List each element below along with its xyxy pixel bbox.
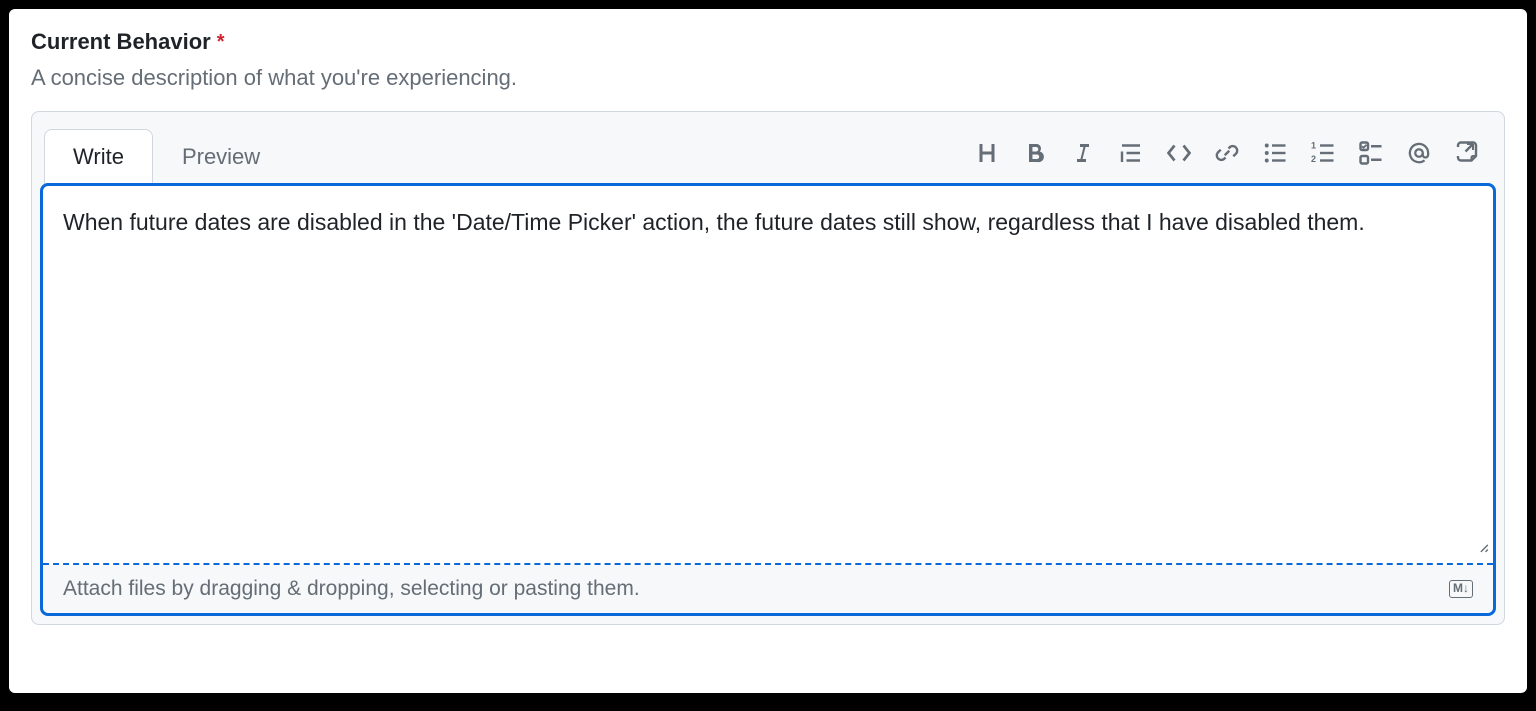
form-field-container: Current Behavior * A concise description…	[9, 9, 1527, 693]
task-list-icon[interactable]	[1356, 138, 1386, 168]
field-label-text: Current Behavior	[31, 29, 211, 55]
formatting-toolbar: 12	[972, 138, 1492, 168]
tab-write[interactable]: Write	[44, 129, 153, 184]
mention-icon[interactable]	[1404, 138, 1434, 168]
cross-reference-icon[interactable]	[1452, 138, 1482, 168]
attach-hint: Attach files by dragging & dropping, sel…	[63, 577, 640, 601]
description-textarea[interactable]	[43, 186, 1493, 558]
code-icon[interactable]	[1164, 138, 1194, 168]
quote-icon[interactable]	[1116, 138, 1146, 168]
markdown-editor: Write Preview	[31, 111, 1505, 625]
svg-text:2: 2	[1311, 154, 1316, 164]
field-label: Current Behavior *	[31, 29, 1505, 55]
bold-icon[interactable]	[1020, 138, 1050, 168]
unordered-list-icon[interactable]	[1260, 138, 1290, 168]
italic-icon[interactable]	[1068, 138, 1098, 168]
required-indicator: *	[217, 31, 225, 54]
editor-body: Attach files by dragging & dropping, sel…	[40, 183, 1496, 616]
resize-handle-icon[interactable]	[1475, 539, 1489, 553]
link-icon[interactable]	[1212, 138, 1242, 168]
ordered-list-icon[interactable]: 12	[1308, 138, 1338, 168]
tab-preview[interactable]: Preview	[153, 129, 289, 184]
heading-icon[interactable]	[972, 138, 1002, 168]
editor-tabs: Write Preview	[44, 128, 289, 183]
svg-text:1: 1	[1311, 141, 1316, 151]
editor-tab-row: Write Preview	[32, 112, 1504, 183]
field-description: A concise description of what you're exp…	[31, 65, 1505, 91]
attach-row[interactable]: Attach files by dragging & dropping, sel…	[43, 565, 1493, 613]
markdown-supported-icon[interactable]: M↓	[1449, 580, 1473, 598]
